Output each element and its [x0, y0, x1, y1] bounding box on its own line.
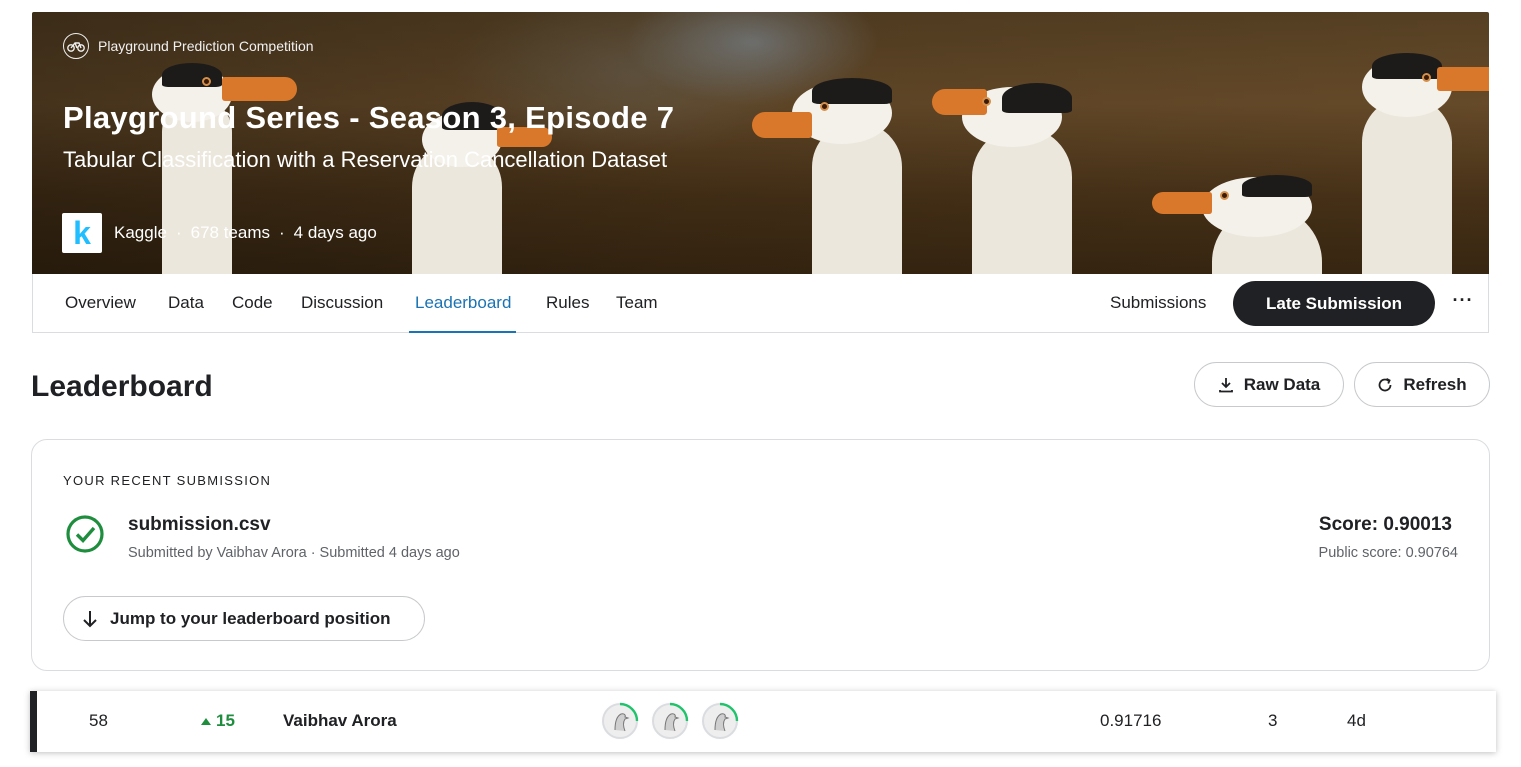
tab-overview[interactable]: Overview: [65, 274, 136, 332]
submission-file-name[interactable]: submission.csv: [128, 514, 271, 536]
competition-title: Playground Series - Season 3, Episode 7: [63, 100, 675, 135]
table-row[interactable]: 58 15 Vaibhav Arora 0.91716 3 4d: [30, 691, 1496, 752]
refresh-label: Refresh: [1403, 374, 1467, 394]
meta-separator: ·: [279, 223, 285, 242]
rank-cell: 58: [89, 711, 108, 730]
tab-discussion[interactable]: Discussion: [301, 274, 383, 332]
avatar[interactable]: [701, 702, 739, 740]
submissions-link[interactable]: Submissions: [1110, 274, 1206, 332]
refresh-icon: [1378, 377, 1392, 391]
avatar[interactable]: [601, 702, 639, 740]
avatar[interactable]: [651, 702, 689, 740]
jump-to-position-button[interactable]: Jump to your leaderboard position: [63, 596, 425, 641]
jump-label: Jump to your leaderboard position: [110, 608, 391, 628]
refresh-button[interactable]: Refresh: [1354, 362, 1490, 407]
team-members: [601, 702, 739, 740]
kaggle-logo-icon[interactable]: k: [62, 213, 102, 253]
last-submission-cell: 4d: [1347, 711, 1366, 730]
team-name-cell[interactable]: Vaibhav Arora: [283, 691, 397, 751]
check-circle-icon: [66, 515, 104, 553]
tab-code[interactable]: Code: [232, 274, 273, 332]
rank-change-cell: 15: [201, 691, 235, 751]
entries-cell: 3: [1268, 711, 1278, 730]
public-score: Public score: 0.90764: [1318, 545, 1458, 561]
private-score: Score: 0.90013: [1318, 514, 1452, 535]
tab-leaderboard[interactable]: Leaderboard: [408, 274, 517, 333]
recent-submission-heading: YOUR RECENT SUBMISSION: [63, 473, 272, 488]
download-icon: [1218, 377, 1233, 392]
tab-data[interactable]: Data: [168, 274, 204, 332]
rank-change-value: 15: [216, 711, 235, 730]
team-count: 678 teams: [190, 223, 270, 242]
recent-submission-card: YOUR RECENT SUBMISSION submission.csv Su…: [31, 439, 1490, 671]
tab-rules[interactable]: Rules: [546, 274, 589, 332]
raw-data-label: Raw Data: [1243, 374, 1321, 394]
arrow-down-icon: [83, 610, 97, 627]
competition-meta: k Kaggle · 678 teams · 4 days ago: [62, 213, 377, 253]
page-title: Leaderboard: [31, 370, 213, 403]
competition-tab-bar: Overview Data Code Discussion Leaderboar…: [32, 274, 1489, 333]
late-submission-button[interactable]: Late Submission: [1233, 281, 1435, 326]
banner-content: Playground Prediction Competition Playgr…: [32, 12, 1489, 274]
competition-type-label: Playground Prediction Competition: [98, 38, 314, 54]
tab-team[interactable]: Team: [616, 274, 658, 332]
meta-separator: ·: [175, 223, 182, 242]
host-name[interactable]: Kaggle: [114, 223, 167, 243]
competition-subtitle: Tabular Classification with a Reservatio…: [63, 147, 668, 172]
score-cell: 0.91716: [1100, 711, 1162, 730]
caret-up-icon: [201, 717, 211, 725]
bicycle-icon: [63, 33, 89, 59]
competition-header-banner: Playground Prediction Competition Playgr…: [32, 12, 1489, 274]
competition-type: Playground Prediction Competition: [63, 33, 314, 59]
raw-data-button[interactable]: Raw Data: [1194, 362, 1344, 407]
time-ago: 4 days ago: [293, 223, 377, 242]
more-options-icon[interactable]: ···: [1448, 290, 1478, 316]
submission-meta: Submitted by Vaibhav Arora · Submitted 4…: [128, 545, 460, 561]
